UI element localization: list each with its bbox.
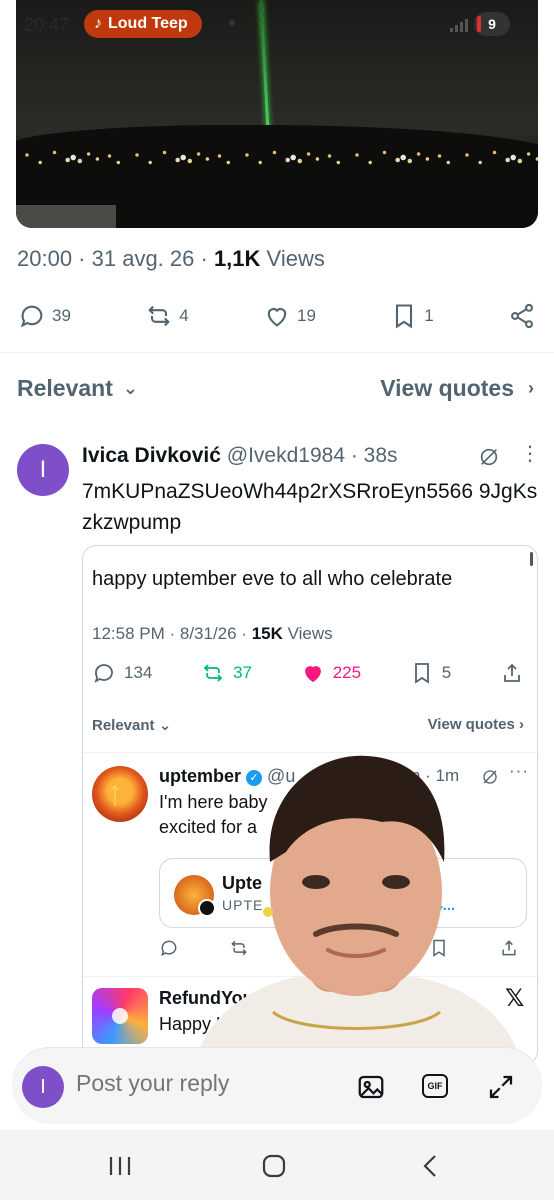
embed-repost: 37 — [201, 661, 252, 685]
up-arrow-icon: ↑ — [106, 772, 124, 813]
status-time: 20:47 — [24, 15, 70, 35]
like-button[interactable]: 19 — [263, 302, 316, 330]
home-button[interactable] — [254, 1152, 294, 1180]
expand-composer-button[interactable] — [486, 1072, 516, 1102]
embed-scroll-thumb — [530, 552, 533, 566]
repost-count: 4 — [179, 306, 189, 325]
expand-icon — [489, 1075, 513, 1099]
embed-sort-left: Relevant ⌄ — [92, 717, 172, 734]
sort-relevant-label: Relevant — [17, 375, 113, 401]
signal-icon — [450, 16, 468, 32]
repost-icon — [203, 664, 223, 682]
reply-text: 7mKUPnaZSUeoWh44p2rXSRroEyn5566 9JgKszkz… — [82, 480, 538, 534]
repost-icon — [148, 305, 171, 327]
tiktok-icon: ♪ — [94, 15, 102, 32]
battery-icon: 9 — [474, 12, 510, 36]
android-nav-bar — [0, 1130, 554, 1200]
embed-tweet-text: happy uptember eve to all who celebrate — [92, 568, 453, 590]
composer-avatar-letter: I — [40, 1075, 46, 1098]
media-city-lights — [16, 135, 538, 185]
embed-bookmark: 5 — [410, 661, 451, 685]
back-button[interactable] — [410, 1152, 450, 1180]
bookmark-button[interactable]: 1 — [390, 302, 434, 330]
more-icon[interactable]: ⋮ — [520, 444, 540, 464]
embed-tweet-meta: 12:58 PM · 8/31/26 · 15K Views — [92, 624, 333, 644]
status-bar: 20:47 ♪ Loud Teep 9 — [24, 10, 524, 40]
embed-meta-time: 12:58 PM · 8/31/26 · — [92, 624, 252, 643]
tweet-views-label: Views — [266, 246, 325, 271]
embed-sort-row: Relevant ⌄ View quotes › — [92, 716, 524, 734]
embed-like-count: 225 — [332, 663, 362, 682]
embed-sort-left-label: Relevant — [92, 717, 155, 734]
add-image-button[interactable] — [356, 1072, 386, 1102]
tweet-date: 31 avg. 26 — [91, 246, 195, 271]
notification-dot — [229, 20, 235, 26]
reply-avatar[interactable]: I — [17, 444, 69, 496]
tweet-meta: 20:00 · 31 avg. 26 · 1,1K Views — [17, 246, 325, 271]
reply-handle-time[interactable]: @Ivekd1984 · 38s — [227, 444, 398, 467]
tweet-time: 20:00 — [17, 246, 73, 271]
battery-level: 9 — [488, 16, 496, 32]
tweet-actions: 39 4 19 1 — [18, 296, 536, 336]
view-quotes-link[interactable]: View quotes › — [380, 375, 534, 402]
reply-avatar-letter: I — [39, 456, 47, 483]
reply-header: Ivica Divković @Ivekd1984 · 38s — [82, 444, 398, 468]
image-icon — [358, 1075, 384, 1099]
share-button[interactable] — [508, 302, 536, 330]
reply-author-name[interactable]: Ivica Divković — [82, 444, 221, 467]
embed-like: 225 — [301, 661, 361, 685]
embed-reply: 134 — [92, 661, 152, 685]
chevron-down-icon: ⌄ — [122, 378, 138, 398]
reply-composer: I GIF — [12, 1048, 542, 1124]
gif-icon[interactable]: GIF — [422, 1074, 448, 1098]
like-icon — [267, 308, 287, 327]
reply-icon — [94, 664, 113, 683]
refundyours-avatar — [92, 988, 148, 1044]
media-building — [16, 205, 116, 228]
reply-button[interactable]: 39 — [18, 302, 71, 330]
embed-views-label: Views — [287, 624, 333, 643]
embed-share — [500, 661, 524, 685]
view-quotes-label: View quotes — [380, 375, 514, 401]
tiktok-pill-label: Loud Teep — [108, 15, 188, 32]
sort-relevant-dropdown[interactable]: Relevant ⌄ — [17, 375, 138, 402]
composer-avatar: I — [22, 1066, 64, 1108]
reply-icon — [161, 940, 177, 957]
bookmark-icon — [414, 663, 429, 684]
share-icon — [511, 303, 533, 329]
reply-count: 39 — [52, 306, 71, 325]
reply-icon — [20, 305, 43, 328]
recent-apps-button[interactable] — [100, 1152, 140, 1180]
creator-overlay-person — [198, 755, 518, 1052]
upload-icon — [504, 663, 520, 682]
embed-sort-right: View quotes › — [427, 716, 524, 733]
grok-icon[interactable] — [478, 446, 500, 468]
tiktok-live-pill[interactable]: ♪ Loud Teep — [84, 10, 202, 38]
embed-views-count: 15K — [251, 624, 283, 643]
embed-bookmark-count: 5 — [441, 663, 452, 682]
embed-repost-count: 37 — [233, 663, 252, 682]
status-right-icons: 9 — [450, 12, 510, 36]
bookmark-count: 1 — [424, 306, 434, 325]
tweet-views-count[interactable]: 1,1K — [214, 246, 260, 271]
home-icon — [262, 1154, 286, 1178]
repost-button[interactable]: 4 — [145, 302, 189, 330]
recents-icon — [109, 1157, 131, 1175]
bookmark-icon — [396, 304, 413, 329]
like-icon — [304, 666, 321, 683]
divider — [0, 352, 554, 353]
embed-actions: 134 37 225 5 — [92, 661, 524, 685]
back-icon — [423, 1155, 436, 1177]
chevron-right-icon: › — [528, 378, 534, 398]
embed-sort-right-label: View quotes — [427, 716, 515, 733]
uptember-avatar: ↑ — [92, 766, 148, 822]
embed-reply-count: 134 — [124, 663, 153, 682]
reply-input[interactable] — [76, 1070, 336, 1097]
like-count: 19 — [296, 306, 316, 325]
